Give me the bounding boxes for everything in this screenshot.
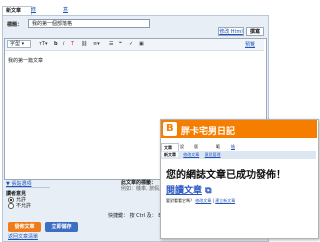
list-icon[interactable]: ☰ [109, 41, 113, 47]
popup-footer: 要對看看它嗎？ 修改文章 | 建立新文章 [166, 198, 236, 203]
edit-post-link[interactable]: 修改文章 [195, 198, 211, 203]
tab-comments[interactable]: 意見管理 [60, 6, 71, 40]
popup-subtabs: 新文章 修改文章 意見管理 [162, 152, 221, 158]
post-body-text: 我的第一篇文章 [8, 58, 44, 64]
blogger-logo-icon: B [163, 122, 177, 136]
quote-icon[interactable]: ❝ [119, 41, 122, 47]
compose-button[interactable]: 撰寫 [246, 27, 264, 36]
subtab-new-post[interactable]: 新文章 [162, 152, 178, 157]
tab-settings[interactable]: 設定 [178, 143, 186, 157]
tab-view-blog[interactable]: 檢視 網誌 [229, 143, 237, 173]
tab-edit-posts[interactable]: 修改文章 [28, 6, 39, 40]
bold-icon[interactable]: b [54, 41, 58, 47]
tab-layout[interactable]: 版面配置 [192, 143, 200, 173]
font-select[interactable]: 字型 ▾ [7, 40, 31, 48]
title-input[interactable]: 我的第一個部落格 [28, 19, 150, 28]
tab-template[interactable]: 範例 [214, 143, 222, 157]
blog-title: 胖卡宅男日記 [181, 127, 236, 137]
divider [6, 187, 50, 188]
radio-icon[interactable] [8, 202, 14, 209]
color-icon[interactable]: T [71, 41, 74, 47]
preview-link[interactable]: 預覽 [245, 41, 255, 48]
font-size-icon[interactable]: ᴛT▾ [39, 41, 47, 47]
success-message: 您的網誌文章已成功發佈！ [166, 170, 286, 181]
new-window-icon: ⧉ [205, 186, 212, 196]
create-new-post-link[interactable]: 建立新文章 [215, 198, 235, 203]
align-icon[interactable]: ≡▾ [93, 41, 100, 47]
spellcheck-icon[interactable]: ✓ [129, 41, 133, 47]
link-icon[interactable]: ⛓ [81, 41, 87, 47]
editor-toolbar: 字型 ▾ ᴛT▾ b i T ⛓ ≡▾ ☰ ❝ ✓ ▣ 預覽 [5, 39, 264, 51]
comment-deny-option[interactable]: 不允許 [8, 202, 31, 209]
subtab-comments[interactable]: 意見管理 [205, 152, 221, 157]
publish-button[interactable]: 發佈文章 [8, 222, 41, 232]
title-label: 標題： [7, 22, 23, 28]
image-icon[interactable]: ▣ [139, 41, 144, 47]
post-options-link[interactable]: ▼ 張貼選項 [6, 180, 31, 187]
view-post-link[interactable]: 閱讀文章 ⧉ [166, 183, 212, 196]
save-button[interactable]: 立即儲存 [45, 222, 78, 232]
subtab-edit-posts[interactable]: 修改文章 [183, 152, 199, 157]
italic-icon[interactable]: i [63, 41, 64, 47]
edit-html-button[interactable]: 修改 Html [218, 27, 244, 36]
back-to-list-link[interactable]: 返回文章清單 [8, 233, 38, 240]
